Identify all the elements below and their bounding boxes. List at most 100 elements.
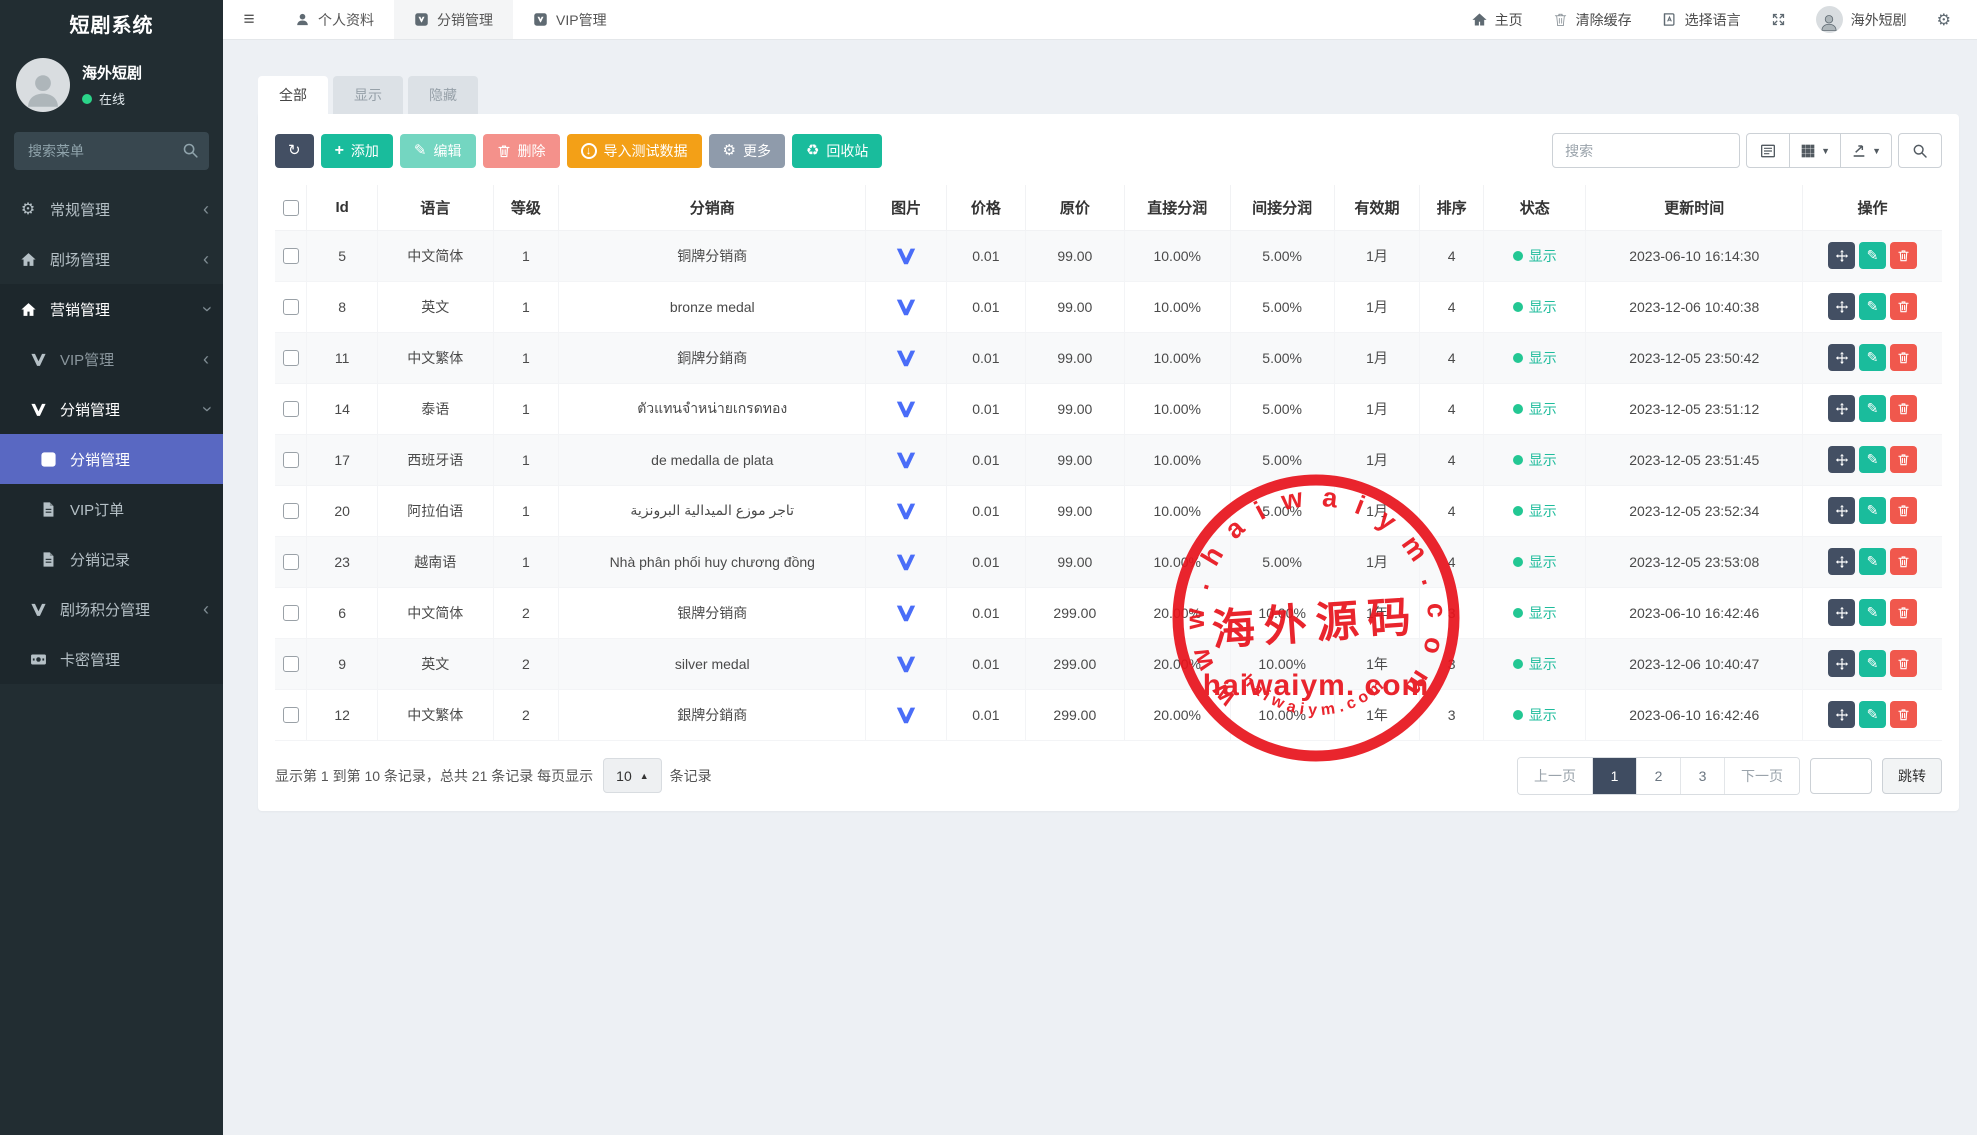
navbar-language[interactable]: 选择语言 [1662,10,1741,30]
export-button[interactable]: ▼ [1841,133,1892,168]
navbar-tab-profile[interactable]: 个人资料 [275,0,394,39]
row-checkbox[interactable] [283,299,299,315]
table-search-input[interactable] [1552,133,1740,168]
navbar-clear-cache[interactable]: 清除缓存 [1553,10,1632,30]
delete-row-button[interactable] [1890,650,1917,677]
row-checkbox[interactable] [283,656,299,672]
edit-row-button[interactable]: ✎ [1859,701,1886,728]
sidebar-item-distribution-records[interactable]: 分销记录 [0,534,223,584]
page-jump-button[interactable]: 跳转 [1882,758,1942,794]
cell-price: 0.01 [946,485,1025,536]
move-row-button[interactable] [1828,701,1855,728]
edit-row-button[interactable]: ✎ [1859,242,1886,269]
navbar-link-label: 主页 [1495,10,1523,30]
delete-row-button[interactable] [1890,395,1917,422]
cell-lang: 中文简体 [377,587,493,638]
more-button[interactable]: ⚙更多 [709,134,785,168]
trash-icon [1897,606,1910,619]
import-test-data-button[interactable]: ↓导入测试数据 [567,134,702,168]
edit-row-button[interactable]: ✎ [1859,548,1886,575]
row-checkbox[interactable] [283,248,299,264]
sidebar-toggle-icon[interactable]: ≡ [223,0,275,39]
delete-button[interactable]: 删除 [483,134,560,168]
edit-row-button[interactable]: ✎ [1859,497,1886,524]
delete-row-button[interactable] [1890,599,1917,626]
move-row-button[interactable] [1828,548,1855,575]
select-all-checkbox[interactable] [283,200,299,216]
cell-sort: 4 [1420,281,1484,332]
distributor-table: Id语言等级分销商图片价格原价直接分润间接分润有效期排序状态更新时间操作 5中文… [275,185,1942,741]
next-page-button[interactable]: 下一页 [1725,758,1799,794]
filter-tab-1[interactable]: 显示 [333,76,403,114]
row-checkbox[interactable] [283,605,299,621]
move-icon [1835,453,1849,467]
delete-row-button[interactable] [1890,497,1917,524]
detail-view-button[interactable] [1746,133,1790,168]
edit-row-button[interactable]: ✎ [1859,599,1886,626]
delete-row-button[interactable] [1890,701,1917,728]
page-button-2[interactable]: 2 [1637,758,1681,794]
filter-tab-2[interactable]: 隐藏 [408,76,478,114]
delete-row-button[interactable] [1890,242,1917,269]
move-row-button[interactable] [1828,395,1855,422]
cell-price: 0.01 [946,230,1025,281]
per-page-select[interactable]: 10 ▲ [603,758,662,793]
page-jump-input[interactable] [1810,758,1872,794]
navbar-tab-distribution[interactable]: 分销管理 [394,0,513,39]
move-row-button[interactable] [1828,242,1855,269]
navbar-account[interactable]: 海外短剧 [1816,6,1907,33]
sidebar-item-vip-orders[interactable]: VIP订单 [0,484,223,534]
move-row-button[interactable] [1828,497,1855,524]
page-button-3[interactable]: 3 [1681,758,1725,794]
edit-row-button[interactable]: ✎ [1859,344,1886,371]
move-row-button[interactable] [1828,446,1855,473]
cell-direct: 10.00% [1124,434,1230,485]
recycle-bin-button[interactable]: ♻回收站 [792,134,882,168]
move-row-button[interactable] [1828,650,1855,677]
page-button-1[interactable]: 1 [1593,758,1637,794]
sidebar-item-theater-points-management[interactable]: 剧场积分管理‹ [0,584,223,634]
navbar-tab-vip[interactable]: VIP管理 [513,0,627,39]
navbar-fullscreen[interactable] [1771,12,1786,27]
row-checkbox[interactable] [283,554,299,570]
sidebar-item-distribution-management-sub[interactable]: 分销管理 [0,434,223,484]
add-button[interactable]: +添加 [321,134,393,168]
sidebar-item-vip-management[interactable]: VIP管理‹ [0,334,223,384]
sidebar-item-general-management[interactable]: ⚙ 常规管理‹ [0,184,223,234]
navbar-home[interactable]: 主页 [1472,10,1523,30]
cell-level: 1 [493,230,558,281]
row-checkbox[interactable] [283,503,299,519]
search-icon[interactable] [182,142,199,159]
sidebar-item-card-key-management[interactable]: 卡密管理 [0,634,223,684]
row-checkbox[interactable] [283,401,299,417]
row-checkbox[interactable] [283,452,299,468]
sidebar-item-marketing-management[interactable]: 营销管理‹ [0,284,223,334]
delete-row-button[interactable] [1890,344,1917,371]
row-checkbox[interactable] [283,350,299,366]
navbar-settings[interactable]: ⚙ [1937,10,1951,30]
delete-row-button[interactable] [1890,446,1917,473]
prev-page-button[interactable]: 上一页 [1518,758,1593,794]
row-checkbox[interactable] [283,707,299,723]
edit-row-button[interactable]: ✎ [1859,293,1886,320]
search-submit-button[interactable] [1898,133,1942,168]
cell-status: 显示 [1484,434,1586,485]
sidebar-item-theater-management[interactable]: 剧场管理‹ [0,234,223,284]
delete-row-button[interactable] [1890,293,1917,320]
move-row-button[interactable] [1828,344,1855,371]
column-header-lang: 语言 [377,185,493,230]
edit-row-button[interactable]: ✎ [1859,650,1886,677]
sidebar-search-input[interactable] [14,132,209,170]
edit-row-button[interactable]: ✎ [1859,395,1886,422]
delete-row-button[interactable] [1890,548,1917,575]
sidebar-item-distribution-management[interactable]: 分销管理‹ [0,384,223,434]
move-row-button[interactable] [1828,599,1855,626]
status-dot-icon [1513,659,1523,669]
move-row-button[interactable] [1828,293,1855,320]
refresh-button[interactable]: ↻ [275,134,314,168]
columns-button[interactable]: ▼ [1790,133,1841,168]
edit-button[interactable]: ✎编辑 [400,134,476,168]
button-label: 更多 [743,141,771,161]
filter-tab-0[interactable]: 全部 [258,76,328,114]
edit-row-button[interactable]: ✎ [1859,446,1886,473]
